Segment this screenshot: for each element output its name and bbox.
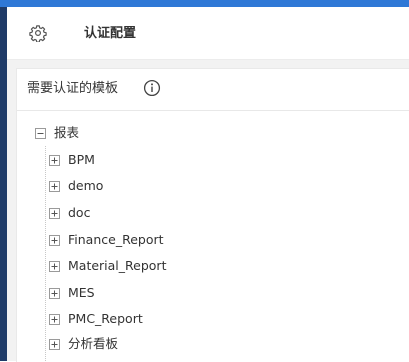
tree-node-bpm[interactable]: BPM [49, 150, 95, 170]
page-title: 认证配置 [84, 26, 137, 41]
expand-icon[interactable] [49, 260, 60, 272]
tree-node-label: 分析看板 [68, 336, 119, 351]
tree-node-label: Material_Report [68, 258, 167, 273]
gear-icon[interactable] [29, 24, 47, 42]
expand-icon[interactable] [49, 154, 60, 166]
collapse-icon[interactable] [35, 127, 46, 139]
tree-node-label: PMC_Report [68, 311, 143, 326]
tree-node-label: MES [68, 285, 95, 300]
tree-node-material-report[interactable]: Material_Report [49, 256, 166, 276]
tree-node-finance-report[interactable]: Finance_Report [49, 230, 164, 250]
app-topbar-edge [0, 0, 409, 7]
tree-node-demo[interactable]: demo [49, 176, 103, 196]
tree-node-label: Finance_Report [68, 232, 164, 247]
expand-icon[interactable] [49, 313, 60, 325]
expand-icon[interactable] [49, 338, 60, 350]
expand-icon[interactable] [49, 207, 60, 219]
tree-node-pmc-report[interactable]: PMC_Report [49, 309, 143, 329]
tree-node-mes[interactable]: MES [49, 283, 95, 303]
expand-icon[interactable] [49, 287, 60, 299]
info-icon[interactable] [143, 79, 161, 97]
section-divider [17, 110, 409, 111]
expand-icon[interactable] [49, 234, 60, 246]
tree-node-analysis-board[interactable]: 分析看板 [49, 334, 118, 354]
tree-guide-line [45, 146, 46, 361]
tree-node-doc[interactable]: doc [49, 203, 90, 223]
section-title: 需要认证的模板 [27, 81, 119, 96]
expand-icon[interactable] [49, 180, 60, 192]
tree-node-label: demo [68, 178, 104, 193]
app-sidebar-edge [0, 0, 7, 361]
tree-node-label: BPM [68, 152, 95, 167]
tree-node-label: doc [68, 205, 91, 220]
page-header [7, 7, 409, 60]
tree-node-root[interactable]: 报表 [35, 123, 79, 143]
tree-node-label: 报表 [54, 125, 80, 140]
